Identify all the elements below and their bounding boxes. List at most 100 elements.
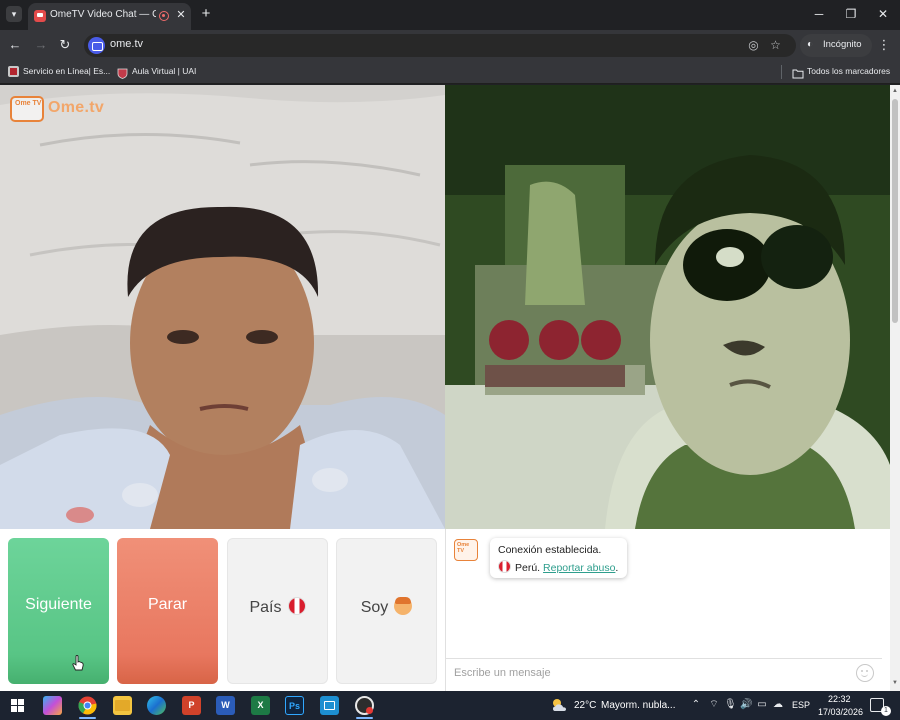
peru-flag-icon — [287, 597, 306, 615]
bookmark-label: Todos los marcadores — [807, 66, 891, 76]
local-video-feed: Ome TV Ome.tv — [0, 85, 445, 529]
store-icon[interactable] — [320, 696, 339, 715]
logo-tv-text: Ome TV — [15, 100, 42, 107]
notification-count-badge: 1 — [881, 706, 891, 716]
scroll-down-arrow-icon[interactable]: ▼ — [892, 679, 898, 687]
clock-time[interactable]: 22:32 — [828, 694, 851, 704]
cloud-sync-icon[interactable]: ☁ — [772, 699, 784, 711]
peru-flag-icon — [498, 560, 511, 573]
clock-date[interactable]: 17/03/2026 — [818, 707, 863, 717]
folder-icon — [792, 66, 804, 79]
chrome-active-indicator — [79, 717, 96, 719]
scrollbar-thumb[interactable] — [892, 99, 898, 323]
ometv-page: Ome TV Ome.tv ▲ ▼ Siguiente Parar País S… — [0, 85, 900, 691]
remote-video-feed — [445, 85, 890, 529]
word-icon[interactable]: W — [216, 696, 235, 715]
boy-emoji-icon — [394, 597, 413, 615]
volume-icon[interactable]: 🔊 — [740, 699, 752, 711]
window-close-icon[interactable]: ✕ — [874, 6, 892, 22]
hand-pointer-cursor-icon — [72, 655, 84, 671]
powerpoint-icon[interactable]: P — [182, 696, 201, 715]
logo-wordmark: Ome.tv — [48, 99, 105, 116]
local-video-image — [0, 85, 445, 529]
bookmarks-separator — [781, 65, 782, 79]
minimize-icon[interactable]: ─ — [810, 6, 828, 22]
battery-icon[interactable]: ▭ — [756, 699, 768, 711]
chat-controls: Siguiente Parar País Soy — [0, 529, 445, 691]
microphone-icon[interactable]: 🎙 — [724, 699, 737, 711]
avatar-text: Ome TV — [457, 542, 470, 554]
page-scrollbar[interactable]: ▲ ▼ — [890, 85, 900, 691]
stop-button[interactable]: Parar — [117, 538, 218, 684]
bookmark-aula-virtual[interactable]: Aula Virtual | UAI — [117, 64, 207, 80]
site-info-icon[interactable] — [88, 37, 105, 54]
bookmark-servicio[interactable]: Servicio en Línea| Es... — [8, 64, 111, 80]
servicio-favicon-icon — [8, 66, 19, 77]
next-button-label: Siguiente — [25, 596, 92, 613]
incognito-icon: ◐ — [807, 39, 814, 50]
excel-icon[interactable]: X — [251, 696, 270, 715]
recorder-app-icon[interactable] — [355, 696, 374, 715]
ometv-logo[interactable]: Ome TV Ome.tv — [10, 93, 106, 123]
back-arrow-icon[interactable]: ← — [7, 37, 23, 53]
country-filter-button[interactable]: País — [227, 538, 328, 684]
photoshop-icon[interactable]: Ps — [285, 696, 304, 715]
browser-menu-icon[interactable]: ⋮ — [877, 37, 891, 53]
windows-start-icon[interactable] — [8, 696, 27, 715]
gender-label: Soy — [360, 599, 389, 616]
browser-tab-ometv[interactable]: OmeTV Video Chat — Omegle ✕ — [28, 3, 191, 30]
country-label: País — [249, 599, 282, 616]
country-filter-row: País — [228, 597, 327, 617]
ometv-tv-icon: Ome TV — [10, 96, 44, 122]
tab-search-button[interactable]: ▾ — [6, 6, 22, 22]
bookmark-star-icon[interactable]: ☆ — [768, 38, 783, 53]
recorder-active-indicator — [356, 717, 373, 719]
language-indicator[interactable]: ESP — [792, 700, 810, 710]
wifi-icon[interactable]: ⌔ — [708, 699, 720, 711]
tab-title: OmeTV Video Chat — Omegle — [50, 9, 156, 20]
ometv-bot-avatar: Ome TV — [454, 539, 478, 561]
screen: ▾ OmeTV Video Chat — Omegle ✕ + ─ ❐ ✕ ← … — [0, 0, 900, 720]
url-text: ome.tv — [110, 38, 144, 50]
all-bookmarks-folder[interactable]: Todos los marcadores — [792, 64, 896, 80]
message-input-bar — [446, 658, 882, 686]
bookmark-label: Servicio en Línea| Es... — [23, 66, 111, 76]
connection-status: Conexión establecida. — [498, 544, 602, 556]
scroll-up-arrow-icon[interactable]: ▲ — [892, 87, 898, 95]
emoji-smiley-icon[interactable] — [856, 664, 874, 682]
partner-country: Perú. — [515, 562, 541, 574]
tab-close-icon[interactable]: ✕ — [174, 8, 188, 22]
system-message-bubble: Conexión establecida. Perú. Reportar abu… — [490, 538, 627, 578]
remote-video-image — [445, 85, 890, 529]
report-abuse-link[interactable]: Reportar abuso — [543, 562, 615, 574]
ometv-favicon-icon — [34, 10, 46, 22]
stop-button-label: Parar — [147, 596, 188, 613]
message-input[interactable] — [454, 665, 844, 681]
forward-arrow-icon[interactable]: → — [33, 37, 49, 53]
restore-icon[interactable]: ❐ — [842, 6, 860, 22]
show-hidden-icons-chevron-icon[interactable]: ⌃ — [690, 699, 702, 711]
chrome-icon[interactable] — [78, 696, 97, 715]
report-suffix: . — [615, 562, 619, 574]
reload-icon[interactable]: ↻ — [57, 37, 73, 53]
text-chat-panel: Ome TV Conexión establecida. Perú. Repor… — [445, 529, 882, 691]
bookmark-label: Aula Virtual | UAI — [132, 66, 197, 76]
uai-shield-icon — [117, 66, 128, 79]
weather-cloud-icon[interactable] — [550, 696, 569, 715]
next-button[interactable]: Siguiente — [8, 538, 109, 684]
recording-indicator-icon — [159, 11, 169, 21]
weather-description[interactable]: Mayorm. nubla... — [601, 700, 675, 711]
gender-filter-row: Soy — [337, 597, 436, 617]
bookmarks-bar: Servicio en Línea| Es... Aula Virtual | … — [0, 60, 900, 84]
copilot-icon[interactable] — [43, 696, 62, 715]
new-tab-button[interactable]: + — [198, 6, 214, 22]
eye-slash-icon[interactable]: ◎ — [746, 38, 761, 53]
partner-country-line: Perú. Reportar abuso. — [498, 560, 618, 574]
browser-titlebar: ▾ OmeTV Video Chat — Omegle ✕ + ─ ❐ ✕ — [0, 0, 900, 30]
edge-icon[interactable] — [147, 696, 166, 715]
incognito-badge[interactable]: ◐ Incógnito — [800, 34, 872, 57]
file-explorer-icon[interactable] — [113, 696, 132, 715]
gender-filter-button[interactable]: Soy — [336, 538, 437, 684]
weather-temperature[interactable]: 22°C — [574, 700, 596, 711]
address-bar[interactable]: ome.tv ◎ ☆ — [84, 34, 796, 57]
